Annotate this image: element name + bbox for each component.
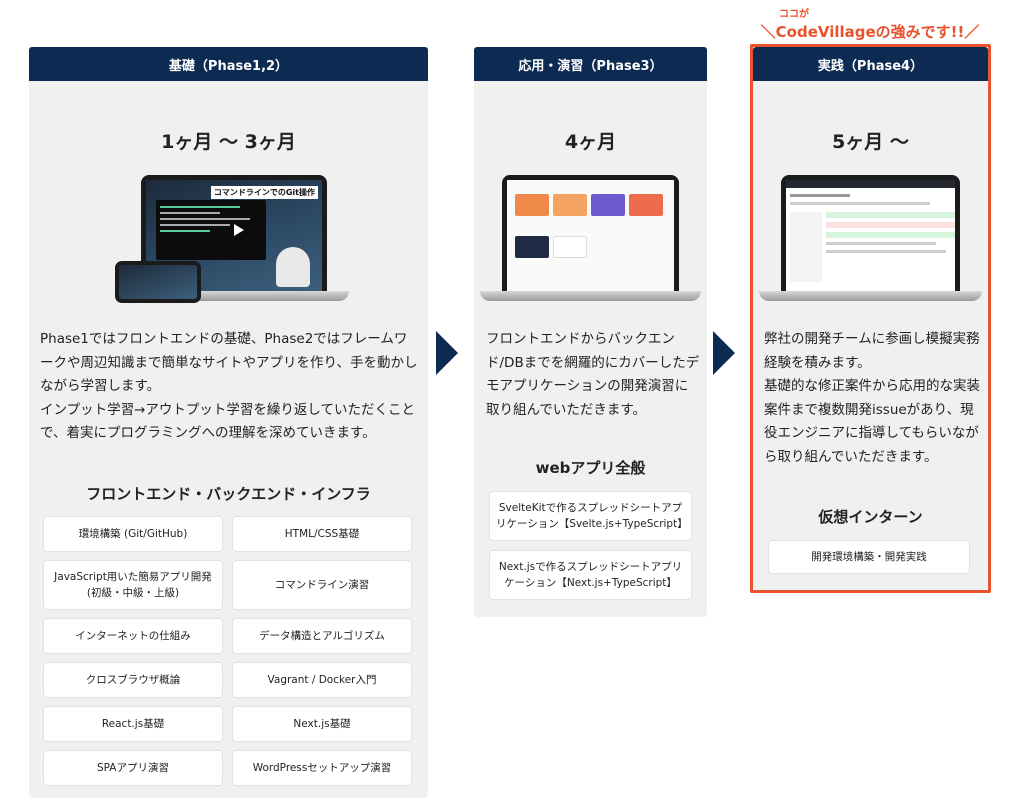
laptop-app-grid-illustration bbox=[480, 175, 701, 301]
curriculum-item: データ構造とアルゴリズム bbox=[232, 618, 412, 654]
phase-duration: 5ヶ月 〜 bbox=[832, 131, 909, 153]
section-title: フロントエンド・バックエンド・インフラ bbox=[86, 485, 371, 503]
phase-header: 基礎（Phase1,2） bbox=[29, 47, 428, 81]
curriculum-item: Next.js基礎 bbox=[232, 706, 412, 742]
curriculum-item: React.js基礎 bbox=[43, 706, 223, 742]
phase-duration: 4ヶ月 bbox=[564, 131, 617, 153]
play-icon bbox=[234, 224, 244, 236]
phase-header: 実践（Phase4） bbox=[753, 47, 988, 81]
phase-duration: 1ヶ月 〜 3ヶ月 bbox=[161, 131, 296, 153]
curriculum-item: SPAアプリ演習 bbox=[43, 750, 223, 786]
phase-description: Phase1ではフロントエンドの基礎、Phase2ではフレームワークや周辺知識ま… bbox=[40, 331, 418, 441]
curriculum-item: インターネットの仕組み bbox=[43, 618, 223, 654]
phase-column-basics: 基礎（Phase1,2） 1ヶ月 〜 3ヶ月 コマンドラインでのGit操作 Ph… bbox=[29, 47, 428, 798]
curriculum-item: SvelteKitで作るスプレッドシートアプリケーション【Svelte.js+T… bbox=[489, 491, 692, 541]
phase-description: フロントエンドからバックエンド/DBまでを網羅的にカバーしたデモアプリケーション… bbox=[486, 331, 700, 418]
callout-headline: ＼CodeVillageの強みです!!／ bbox=[760, 23, 980, 41]
curriculum-item: HTML/CSS基礎 bbox=[232, 516, 412, 552]
arrow-right-icon bbox=[713, 331, 735, 375]
section-title: webアプリ全般 bbox=[535, 459, 646, 477]
curriculum-item: 開発環境構築・開発実践 bbox=[768, 540, 970, 574]
screen-caption: コマンドラインでのGit操作 bbox=[210, 186, 318, 199]
curriculum-item: Vagrant / Docker入門 bbox=[232, 662, 412, 698]
phase-header: 応用・演習（Phase3） bbox=[474, 47, 707, 81]
curriculum-item: Next.jsで作るスプレッドシートアプリケーション【Next.js+TypeS… bbox=[489, 550, 692, 600]
curriculum-item: コマンドライン演習 bbox=[232, 560, 412, 610]
section-title: 仮想インターン bbox=[818, 508, 923, 526]
curriculum-item: 環境構築 (Git/GitHub) bbox=[43, 516, 223, 552]
callout-small-text: ココが bbox=[779, 9, 809, 20]
arrow-right-icon bbox=[436, 331, 458, 375]
phase-column-practice: 実践（Phase4） 5ヶ月 〜 弊社の開発チームに参画し模擬実務経験を積みます… bbox=[753, 47, 988, 590]
phase-description: 弊社の開発チームに参画し模擬実務経験を積みます。 基礎的な修正案件から応用的な実… bbox=[764, 331, 980, 465]
curriculum-item: WordPressセットアップ演習 bbox=[232, 750, 412, 786]
phone-illustration bbox=[115, 261, 201, 303]
curriculum-item: JavaScript用いた簡易アプリ開発 (初級・中級・上級) bbox=[43, 560, 223, 610]
instructor-avatar bbox=[276, 247, 310, 287]
curriculum-item: クロスブラウザ概論 bbox=[43, 662, 223, 698]
phase-column-applied: 応用・演習（Phase3） 4ヶ月 フロントエンドからバックエンド/DBまでを網… bbox=[474, 47, 707, 617]
laptop-code-review-illustration bbox=[759, 175, 982, 301]
